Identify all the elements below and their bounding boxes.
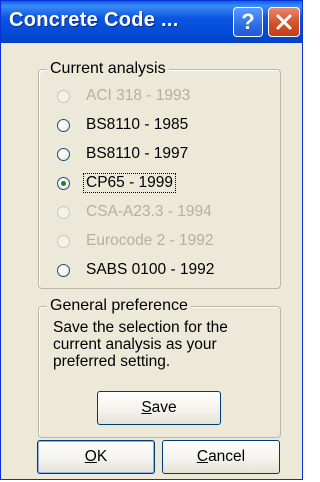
radio-label[interactable]: BS8110 - 1985 xyxy=(84,116,190,134)
radio-option-bs8110-1985[interactable]: BS8110 - 1985 xyxy=(57,113,190,137)
help-button[interactable]: ? xyxy=(233,7,263,37)
radio-button[interactable] xyxy=(57,263,70,277)
save-mnemonic: S xyxy=(141,399,152,416)
radio-label: Eurocode 2 - 1992 xyxy=(86,232,214,249)
close-icon xyxy=(276,14,292,30)
radio-button xyxy=(57,89,70,103)
radio-label[interactable]: CP65 - 1999 xyxy=(82,173,177,193)
radio-option-eurocode-2-1992: Eurocode 2 - 1992 xyxy=(57,229,216,253)
ok-mnemonic: O xyxy=(84,448,97,465)
help-icon: ? xyxy=(241,9,255,34)
current-analysis-group: Current analysis ACI 318 - 1993 BS8110 -… xyxy=(38,60,281,289)
cancel-label: ancel xyxy=(208,448,246,465)
radio-label: ACI 318 - 1993 xyxy=(86,87,191,104)
save-label: ave xyxy=(151,399,177,416)
radio-button-selected[interactable] xyxy=(57,176,70,190)
radio-option-aci-318-1993: ACI 318 - 1993 xyxy=(57,84,192,108)
radio-option-bs8110-1997[interactable]: BS8110 - 1997 xyxy=(57,142,190,166)
ok-button[interactable]: OK xyxy=(37,440,155,474)
radio-option-sabs-0100-1992[interactable]: SABS 0100 - 1992 xyxy=(57,258,216,282)
cancel-mnemonic: C xyxy=(196,448,209,465)
group-legend: Current analysis xyxy=(47,60,169,78)
radio-button xyxy=(57,234,70,248)
ok-label: K xyxy=(96,448,108,465)
window-title: Concrete Code ... xyxy=(9,9,179,31)
preference-description: Save the selection for the current analy… xyxy=(53,319,228,370)
radio-option-csa-a23-3-1994: CSA-A23.3 - 1994 xyxy=(57,200,214,224)
save-button[interactable]: Save xyxy=(97,391,221,425)
radio-label: CSA-A23.3 - 1994 xyxy=(86,203,212,220)
radio-button xyxy=(57,205,70,219)
radio-option-cp65-1999[interactable]: CP65 - 1999 xyxy=(57,171,177,195)
radio-label[interactable]: SABS 0100 - 1992 xyxy=(84,261,216,279)
radio-button[interactable] xyxy=(57,147,70,161)
title-bar[interactable]: Concrete Code ... ? xyxy=(1,1,302,43)
radio-label[interactable]: BS8110 - 1997 xyxy=(84,145,190,163)
general-preference-group: General preference Save the selection fo… xyxy=(38,297,281,438)
cancel-button[interactable]: Cancel xyxy=(162,440,280,474)
dialog-window: Concrete Code ... ? Current analysis ACI… xyxy=(0,0,303,480)
radio-button[interactable] xyxy=(57,118,70,132)
close-button[interactable] xyxy=(268,7,300,37)
group-legend: General preference xyxy=(47,297,191,315)
